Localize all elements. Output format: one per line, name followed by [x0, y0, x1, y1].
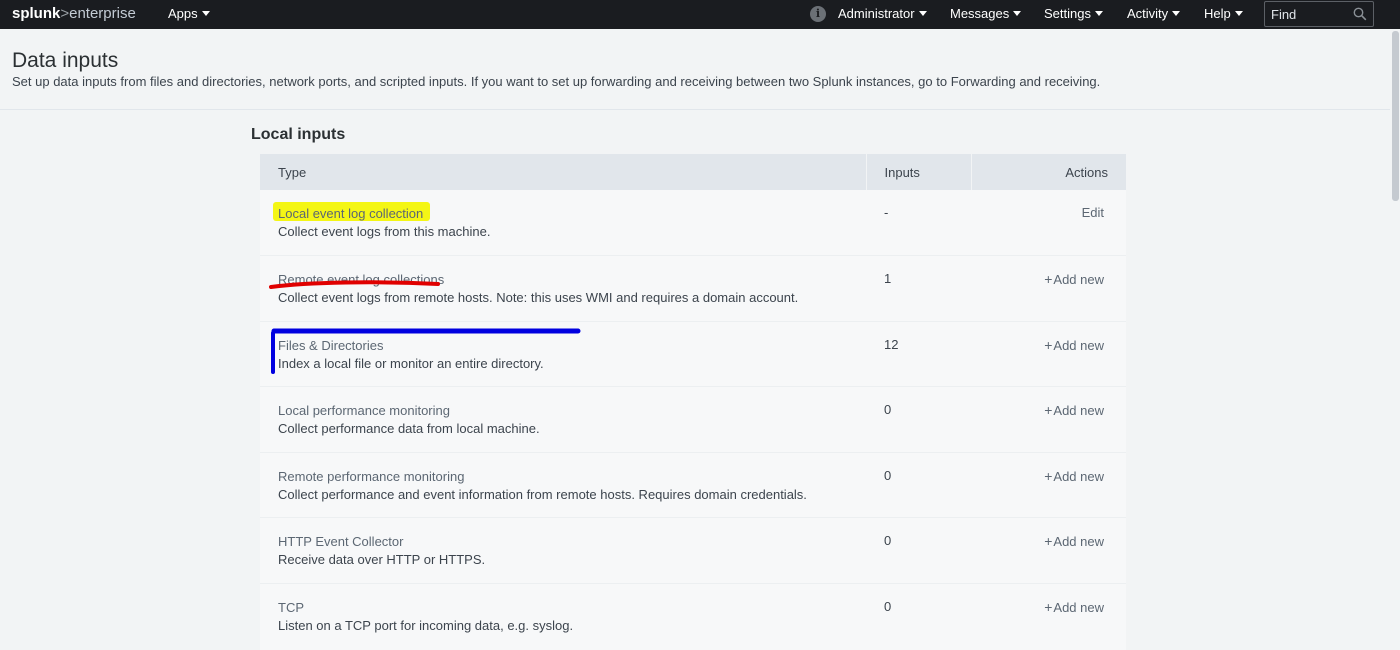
page-title: Data inputs	[12, 49, 119, 72]
red-underline-annotation	[269, 280, 440, 289]
input-type-link-local-perfmon[interactable]: Local performance monitoring	[278, 402, 866, 419]
messages-menu[interactable]: Messages	[950, 6, 1022, 21]
plus-icon: +	[1044, 533, 1053, 549]
messages-menu-label: Messages	[950, 6, 1010, 21]
page-header: Data inputs Set up data inputs from file…	[0, 29, 1400, 110]
forwarding-receiving-link[interactable]: Forwarding and receiving	[951, 74, 1097, 89]
action-label: Add new	[1053, 403, 1104, 418]
user-menu-label: Administrator	[838, 6, 915, 21]
input-type-link-remote-perfmon[interactable]: Remote performance monitoring	[278, 468, 866, 485]
blue-bracket-annotation	[271, 328, 581, 374]
input-type-description: Collect performance and event informatio…	[278, 486, 807, 502]
local-inputs-table: Type Inputs Actions Local event log coll…	[260, 154, 1126, 649]
column-header-type: Type	[260, 154, 866, 190]
input-count: 1	[866, 255, 971, 322]
input-count: 0	[884, 598, 892, 614]
caret-down-icon	[201, 11, 210, 16]
apps-menu-label: Apps	[168, 6, 198, 21]
top-nav-bar: splunk>enterprise Apps i Administrator M…	[0, 0, 1400, 29]
help-menu-label: Help	[1204, 6, 1231, 21]
caret-down-icon	[1013, 11, 1022, 16]
settings-menu[interactable]: Settings	[1044, 6, 1103, 21]
input-count: -	[866, 190, 971, 256]
input-type-link-http-event-collector[interactable]: HTTP Event Collector	[278, 533, 866, 550]
add-new-button[interactable]: +Add new	[1044, 533, 1104, 549]
info-icon[interactable]: i	[810, 6, 826, 22]
input-type-description: Receive data over HTTP or HTTPS.	[278, 552, 486, 567]
action-label: Add new	[1053, 337, 1104, 353]
input-type-link-tcp[interactable]: TCP	[278, 599, 866, 616]
table-row: HTTP Event Collector Receive data over HT…	[260, 517, 1126, 584]
input-type-link-local-event-log[interactable]: Local event log collection	[278, 205, 866, 222]
table-row: Local event log collection Collect event …	[260, 190, 1126, 256]
splunk-logo[interactable]: splunk>enterprise	[12, 5, 136, 22]
input-type-description: Listen on a TCP port for incoming data, …	[278, 617, 574, 633]
page-description-text: Set up data inputs from files and direct…	[12, 74, 951, 89]
table-row: Local performance monitoring Collect perf…	[260, 386, 1126, 453]
caret-down-icon	[1094, 11, 1103, 16]
add-new-button[interactable]: +Add new	[1044, 336, 1104, 353]
add-new-button[interactable]: +Add new	[1044, 467, 1104, 484]
input-type-description: Collect event logs from this machine.	[278, 224, 491, 239]
column-header-inputs: Inputs	[865, 154, 971, 190]
caret-down-icon	[918, 11, 927, 16]
action-label: Add new	[1053, 599, 1104, 615]
action-label: Add new	[1053, 468, 1104, 484]
section-title: Local inputs	[251, 126, 346, 143]
plus-icon: +	[1044, 598, 1053, 615]
add-new-button[interactable]: +Add new	[1044, 598, 1104, 615]
apps-menu[interactable]: Apps	[168, 6, 210, 21]
table-header-row: Type Inputs Actions	[260, 154, 1126, 190]
input-type-description: Collect performance data from local mach…	[278, 421, 540, 436]
plus-icon: +	[1044, 336, 1053, 353]
plus-icon: +	[1044, 467, 1053, 484]
input-count: 12	[866, 321, 971, 387]
table-row: TCP Listen on a TCP port for incoming dat…	[260, 583, 1126, 649]
add-new-button[interactable]: +Add new	[1044, 402, 1104, 418]
find-box[interactable]	[1264, 1, 1374, 27]
input-count: 0	[866, 517, 971, 584]
activity-menu-label: Activity	[1127, 6, 1169, 21]
find-input[interactable]	[1271, 5, 1351, 23]
edit-button[interactable]: Edit	[1082, 205, 1104, 220]
add-new-button[interactable]: +Add new	[1044, 271, 1104, 287]
table-row: Remote performance monitoring Collect per…	[260, 452, 1126, 518]
plus-icon: +	[1044, 271, 1053, 287]
user-menu[interactable]: Administrator	[838, 6, 927, 21]
action-label: Edit	[1081, 205, 1104, 220]
settings-menu-label: Settings	[1044, 6, 1091, 21]
action-label: Add new	[1053, 534, 1104, 549]
main-content: Local inputs Type Inputs Actions Local e…	[0, 110, 1400, 650]
action-label: Add new	[1053, 272, 1104, 287]
plus-icon: +	[1044, 402, 1053, 418]
input-count: 0	[866, 452, 971, 518]
caret-down-icon	[1234, 11, 1243, 16]
column-header-actions: Actions	[970, 154, 1126, 190]
activity-menu[interactable]: Activity	[1127, 6, 1181, 21]
page-description: Set up data inputs from files and direct…	[12, 74, 1100, 89]
input-count: 0	[866, 386, 971, 453]
search-icon[interactable]	[1353, 7, 1367, 21]
page-description-end: .	[1096, 74, 1101, 89]
help-menu[interactable]: Help	[1204, 6, 1243, 21]
caret-down-icon	[1172, 11, 1181, 16]
